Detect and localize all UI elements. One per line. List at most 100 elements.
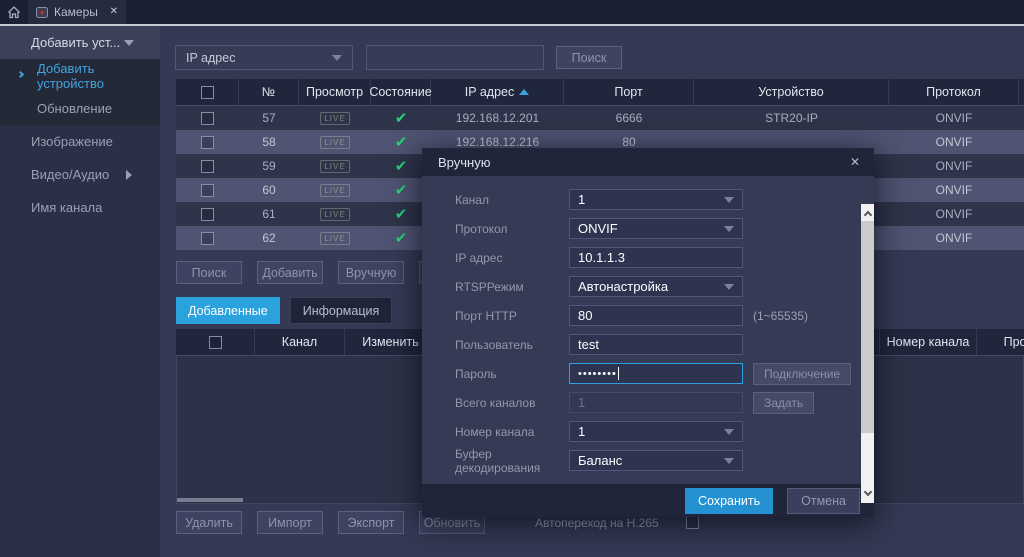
sidebar-item-update[interactable]: Обновление bbox=[0, 92, 160, 125]
chevron-up-icon bbox=[863, 211, 871, 219]
scroll-up-arrow[interactable] bbox=[861, 206, 874, 221]
channel-number-select[interactable]: 1 bbox=[569, 421, 743, 442]
field-label: Протокол bbox=[455, 222, 569, 236]
field-label: Номер канала bbox=[455, 425, 569, 439]
row-number: 59 bbox=[239, 154, 299, 178]
sidebar-item-label: Добавить устройство bbox=[37, 61, 160, 91]
tab-added[interactable]: Добавленные bbox=[176, 297, 280, 324]
http-port-input[interactable]: 80 bbox=[569, 305, 743, 326]
live-preview-badge[interactable]: LIVE bbox=[320, 232, 349, 245]
field-label: Буфер декодирования bbox=[455, 447, 569, 475]
device-table-header: № Просмотр Состояние IP адрес Порт Устро… bbox=[176, 79, 1024, 106]
text-cursor bbox=[618, 367, 619, 380]
select-all-checkbox[interactable] bbox=[209, 336, 222, 349]
export-button[interactable]: Экспорт bbox=[338, 511, 404, 534]
input-value: 80 bbox=[578, 308, 592, 323]
tab-close-icon[interactable] bbox=[110, 7, 118, 17]
row-checkbox[interactable] bbox=[201, 208, 214, 221]
submenu-arrow-icon bbox=[126, 170, 132, 180]
row-number: 60 bbox=[239, 178, 299, 202]
row-number: 57 bbox=[239, 106, 299, 130]
live-preview-badge[interactable]: LIVE bbox=[320, 160, 349, 173]
ip-input[interactable]: 10.1.1.3 bbox=[569, 247, 743, 268]
home-button[interactable] bbox=[0, 0, 28, 24]
tab-label: Камеры bbox=[54, 5, 104, 19]
select-value: 1 bbox=[578, 424, 585, 439]
live-preview-badge[interactable]: LIVE bbox=[320, 208, 349, 221]
field-label: IP адрес bbox=[455, 251, 569, 265]
add-button[interactable]: Добавить bbox=[257, 261, 323, 284]
sidebar-item-label: Изображение bbox=[31, 134, 113, 149]
delete-button[interactable]: Удалить bbox=[176, 511, 242, 534]
search-button[interactable]: Поиск bbox=[556, 46, 622, 69]
col-channel-number: Номер канала bbox=[880, 329, 977, 355]
row-protocol: ONVIF bbox=[889, 178, 1019, 202]
select-value: Баланс bbox=[578, 453, 622, 468]
port-range-hint: (1~65535) bbox=[753, 309, 808, 323]
sidebar-item-video-audio[interactable]: Видео/Аудио bbox=[0, 158, 160, 191]
field-label: Пароль bbox=[455, 367, 569, 381]
import-button[interactable]: Импорт bbox=[257, 511, 323, 534]
chevron-down-icon bbox=[724, 284, 734, 290]
tab-cameras[interactable]: Камеры bbox=[28, 0, 126, 24]
cancel-button[interactable]: Отмена bbox=[787, 488, 860, 514]
sidebar-submenu: Добавить устройство Обновление bbox=[0, 59, 160, 125]
tab-info[interactable]: Информация bbox=[290, 297, 393, 324]
col-ip-sortable[interactable]: IP адрес bbox=[431, 79, 564, 105]
live-preview-badge[interactable]: LIVE bbox=[320, 112, 349, 125]
row-number: 62 bbox=[239, 226, 299, 250]
select-all-checkbox[interactable] bbox=[201, 86, 214, 99]
field-label: Канал bbox=[455, 193, 569, 207]
row-checkbox[interactable] bbox=[201, 184, 214, 197]
sidebar-item-image[interactable]: Изображение bbox=[0, 125, 160, 158]
sidebar-item-add-device[interactable]: Добавить устройство bbox=[0, 59, 160, 92]
row-port: 6666 bbox=[564, 106, 694, 130]
row-checkbox[interactable] bbox=[201, 112, 214, 125]
set-button[interactable]: Задать bbox=[753, 392, 814, 414]
sort-asc-icon bbox=[519, 89, 529, 95]
search-input[interactable] bbox=[367, 46, 543, 69]
row-protocol: ONVIF bbox=[889, 130, 1019, 154]
live-preview-badge[interactable]: LIVE bbox=[320, 184, 349, 197]
connect-button[interactable]: Подключение bbox=[753, 363, 851, 385]
field-ip: IP адрес 10.1.1.3 bbox=[455, 247, 874, 268]
field-rtsp: RTSPРежим Автонастройка bbox=[455, 276, 874, 297]
row-checkbox[interactable] bbox=[201, 160, 214, 173]
scrollbar-thumb[interactable] bbox=[861, 221, 874, 433]
password-input[interactable]: •••••••• bbox=[569, 363, 743, 384]
username-input[interactable]: test bbox=[569, 334, 743, 355]
manual-button[interactable]: Вручную bbox=[338, 261, 404, 284]
active-item-arrow-icon bbox=[17, 71, 24, 78]
channel-select[interactable]: 1 bbox=[569, 189, 743, 210]
decode-buffer-select[interactable]: Баланс bbox=[569, 450, 743, 471]
chevron-down-icon bbox=[724, 226, 734, 232]
dialog-close-icon[interactable] bbox=[850, 156, 860, 168]
row-number: 58 bbox=[239, 130, 299, 154]
check-icon bbox=[395, 181, 408, 199]
search-field-select[interactable]: IP адрес bbox=[176, 46, 352, 69]
chevron-down-icon bbox=[863, 488, 871, 496]
table-row[interactable]: 57 LIVE 192.168.12.201 6666 STR20-IP ONV… bbox=[176, 106, 1024, 130]
dialog-titlebar: Вручную bbox=[422, 148, 874, 176]
sidebar-item-label: Имя канала bbox=[31, 200, 102, 215]
check-icon bbox=[395, 229, 408, 247]
horizontal-scrollbar-thumb[interactable] bbox=[177, 498, 243, 502]
dialog-scrollbar[interactable] bbox=[861, 204, 874, 503]
scroll-down-arrow[interactable] bbox=[861, 486, 874, 501]
sidebar-group-label: Добавить уст... bbox=[31, 35, 120, 50]
sidebar-group-add-device[interactable]: Добавить уст... bbox=[0, 26, 160, 59]
row-checkbox[interactable] bbox=[201, 136, 214, 149]
field-label: RTSPРежим bbox=[455, 280, 569, 294]
search-devices-button[interactable]: Поиск bbox=[176, 261, 242, 284]
field-label: Пользователь bbox=[455, 338, 569, 352]
protocol-select[interactable]: ONVIF bbox=[569, 218, 743, 239]
live-preview-badge[interactable]: LIVE bbox=[320, 136, 349, 149]
sidebar-item-channel-name[interactable]: Имя канала bbox=[0, 191, 160, 224]
rtsp-mode-select[interactable]: Автонастройка bbox=[569, 276, 743, 297]
save-button[interactable]: Сохранить bbox=[685, 488, 773, 514]
sidebar-item-label: Видео/Аудио bbox=[31, 167, 109, 182]
h265-auto-checkbox[interactable] bbox=[686, 516, 699, 529]
row-checkbox[interactable] bbox=[201, 232, 214, 245]
row-protocol: ONVIF bbox=[889, 202, 1019, 226]
chevron-down-icon bbox=[124, 40, 134, 46]
